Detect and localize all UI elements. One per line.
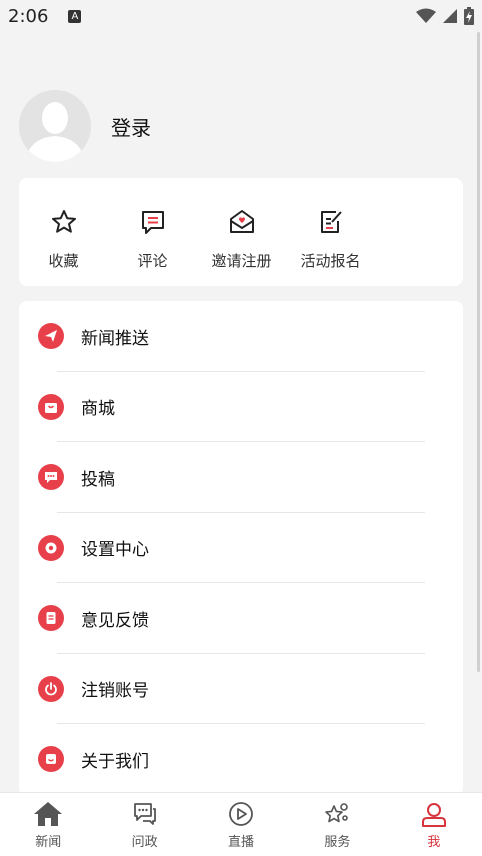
smile-icon [38, 746, 64, 773]
quick-actions-card: 收藏 评论 邀请注册 活动报名 [19, 178, 463, 286]
avatar-silhouette-icon [19, 90, 91, 162]
comment-icon [141, 211, 164, 234]
scrollbar[interactable] [477, 32, 480, 672]
shop-icon [38, 393, 64, 420]
tab-label: 问政 [131, 835, 158, 850]
login-link[interactable]: 登录 [111, 112, 151, 141]
settings-gear-icon [38, 534, 64, 561]
status-time: 2:06 [8, 5, 49, 27]
menu-item-label: 关于我们 [81, 751, 149, 772]
menu-item-shop[interactable]: 商城 [19, 372, 463, 442]
menu-item-feedback[interactable]: 意见反馈 [19, 583, 463, 654]
tab-news[interactable]: 新闻 [0, 793, 96, 856]
user-icon [421, 803, 446, 827]
tab-consult[interactable]: 问政 [96, 793, 192, 856]
tab-label: 服务 [324, 835, 351, 850]
menu-item-label: 投稿 [81, 469, 115, 490]
signal-icon [443, 9, 457, 23]
status-bar: 2:06 A [0, 0, 482, 32]
tab-label: 新闻 [35, 835, 62, 850]
quick-action-label: 邀请注册 [211, 252, 272, 270]
service-star-icon [325, 803, 349, 823]
bottom-tab-bar: 新闻 问政 直播 服务 我 [0, 792, 482, 856]
settings-menu: 新闻推送 商城 投稿 设置中心 意见反馈 注销账号 关于我们 [19, 301, 463, 796]
default-avatar[interactable] [19, 90, 91, 162]
quick-action-invite[interactable]: 邀请注册 [197, 178, 286, 286]
star-icon [51, 210, 76, 233]
menu-item-delete-account[interactable]: 注销账号 [19, 654, 463, 724]
chat-bubble-icon [38, 464, 64, 491]
quick-action-label: 活动报名 [300, 252, 361, 270]
menu-item-submit[interactable]: 投稿 [19, 442, 463, 513]
quick-action-favorites[interactable]: 收藏 [19, 178, 108, 286]
tab-label: 我 [427, 835, 441, 850]
menu-item-label: 新闻推送 [81, 328, 149, 349]
a-icon: A [68, 9, 82, 23]
wifi-icon [416, 8, 436, 23]
tab-services[interactable]: 服务 [289, 793, 385, 856]
menu-item-label: 意见反馈 [81, 610, 149, 631]
menu-item-settings[interactable]: 设置中心 [19, 513, 463, 583]
menu-item-label: 设置中心 [81, 540, 149, 561]
status-icons [416, 7, 474, 25]
tab-me[interactable]: 我 [386, 793, 482, 856]
quick-action-signup[interactable]: 活动报名 [286, 178, 375, 286]
quick-action-comments[interactable]: 评论 [108, 178, 197, 286]
play-circle-icon [229, 802, 253, 826]
tab-live[interactable]: 直播 [193, 793, 289, 856]
paper-plane-icon [38, 323, 64, 350]
profile-header[interactable]: 登录 [19, 90, 151, 162]
battery-icon [464, 7, 474, 25]
feedback-doc-icon [38, 605, 64, 632]
quick-action-label: 收藏 [48, 252, 79, 270]
signup-edit-icon [320, 211, 342, 233]
quick-action-label: 评论 [137, 252, 168, 270]
home-icon [34, 802, 63, 826]
menu-item-about[interactable]: 关于我们 [19, 724, 463, 795]
consult-chat-icon [133, 803, 156, 825]
menu-item-label: 注销账号 [81, 681, 149, 702]
menu-item-label: 商城 [81, 399, 115, 420]
menu-item-news-push[interactable]: 新闻推送 [19, 301, 463, 372]
tab-label: 直播 [228, 835, 255, 850]
power-icon [38, 675, 64, 702]
invite-envelope-icon [229, 210, 254, 233]
